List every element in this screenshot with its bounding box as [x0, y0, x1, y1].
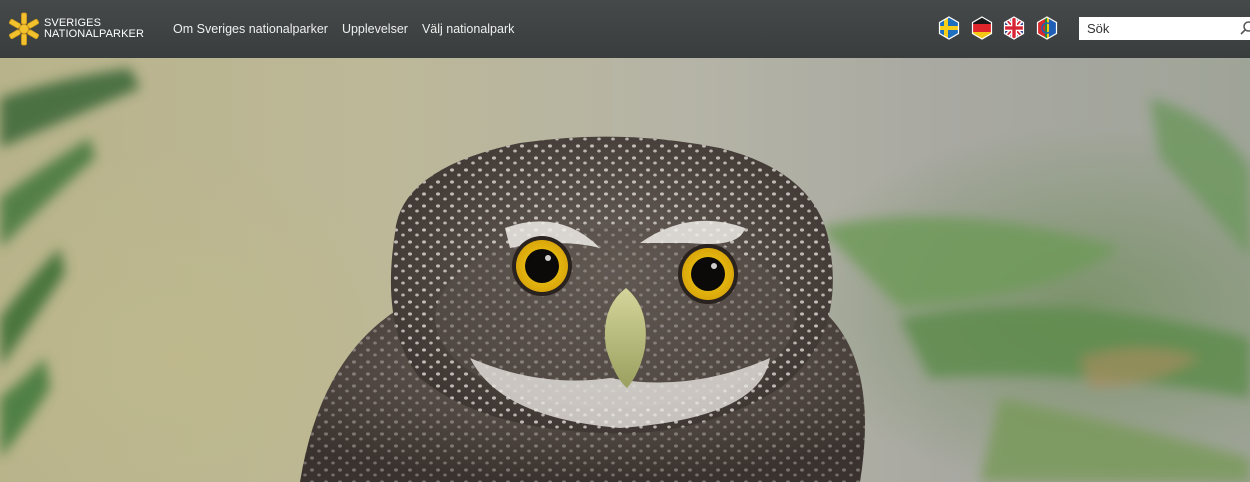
- logo-wordmark: SVERIGES NATIONALPARKER: [44, 18, 144, 40]
- language-switcher: [938, 16, 1068, 40]
- site-header: SVERIGES NATIONALPARKER Om Sveriges nati…: [0, 0, 1250, 58]
- pygmy-owl-photo: [0, 68, 1250, 482]
- star-logo-icon: [9, 12, 39, 46]
- search-input[interactable]: [1079, 17, 1229, 40]
- main-nav: Om Sveriges nationalparker Upplevelser V…: [173, 0, 528, 58]
- search-box: [1079, 17, 1250, 40]
- hero-image: [0, 58, 1250, 482]
- nav-item-valj-nationalpark[interactable]: Välj nationalpark: [422, 22, 514, 36]
- flag-uk-icon[interactable]: [1003, 16, 1025, 40]
- nav-item-om-sveriges-nationalparker[interactable]: Om Sveriges nationalparker: [173, 22, 328, 36]
- flag-sami-icon[interactable]: [1036, 16, 1058, 40]
- logo-line-2: NATIONALPARKER: [44, 28, 145, 40]
- flag-germany-icon[interactable]: [971, 16, 993, 40]
- flag-sweden-icon[interactable]: [938, 16, 960, 40]
- logo-link[interactable]: SVERIGES NATIONALPARKER: [6, 10, 146, 48]
- search-icon[interactable]: [1239, 20, 1250, 36]
- nav-item-upplevelser[interactable]: Upplevelser: [342, 22, 408, 36]
